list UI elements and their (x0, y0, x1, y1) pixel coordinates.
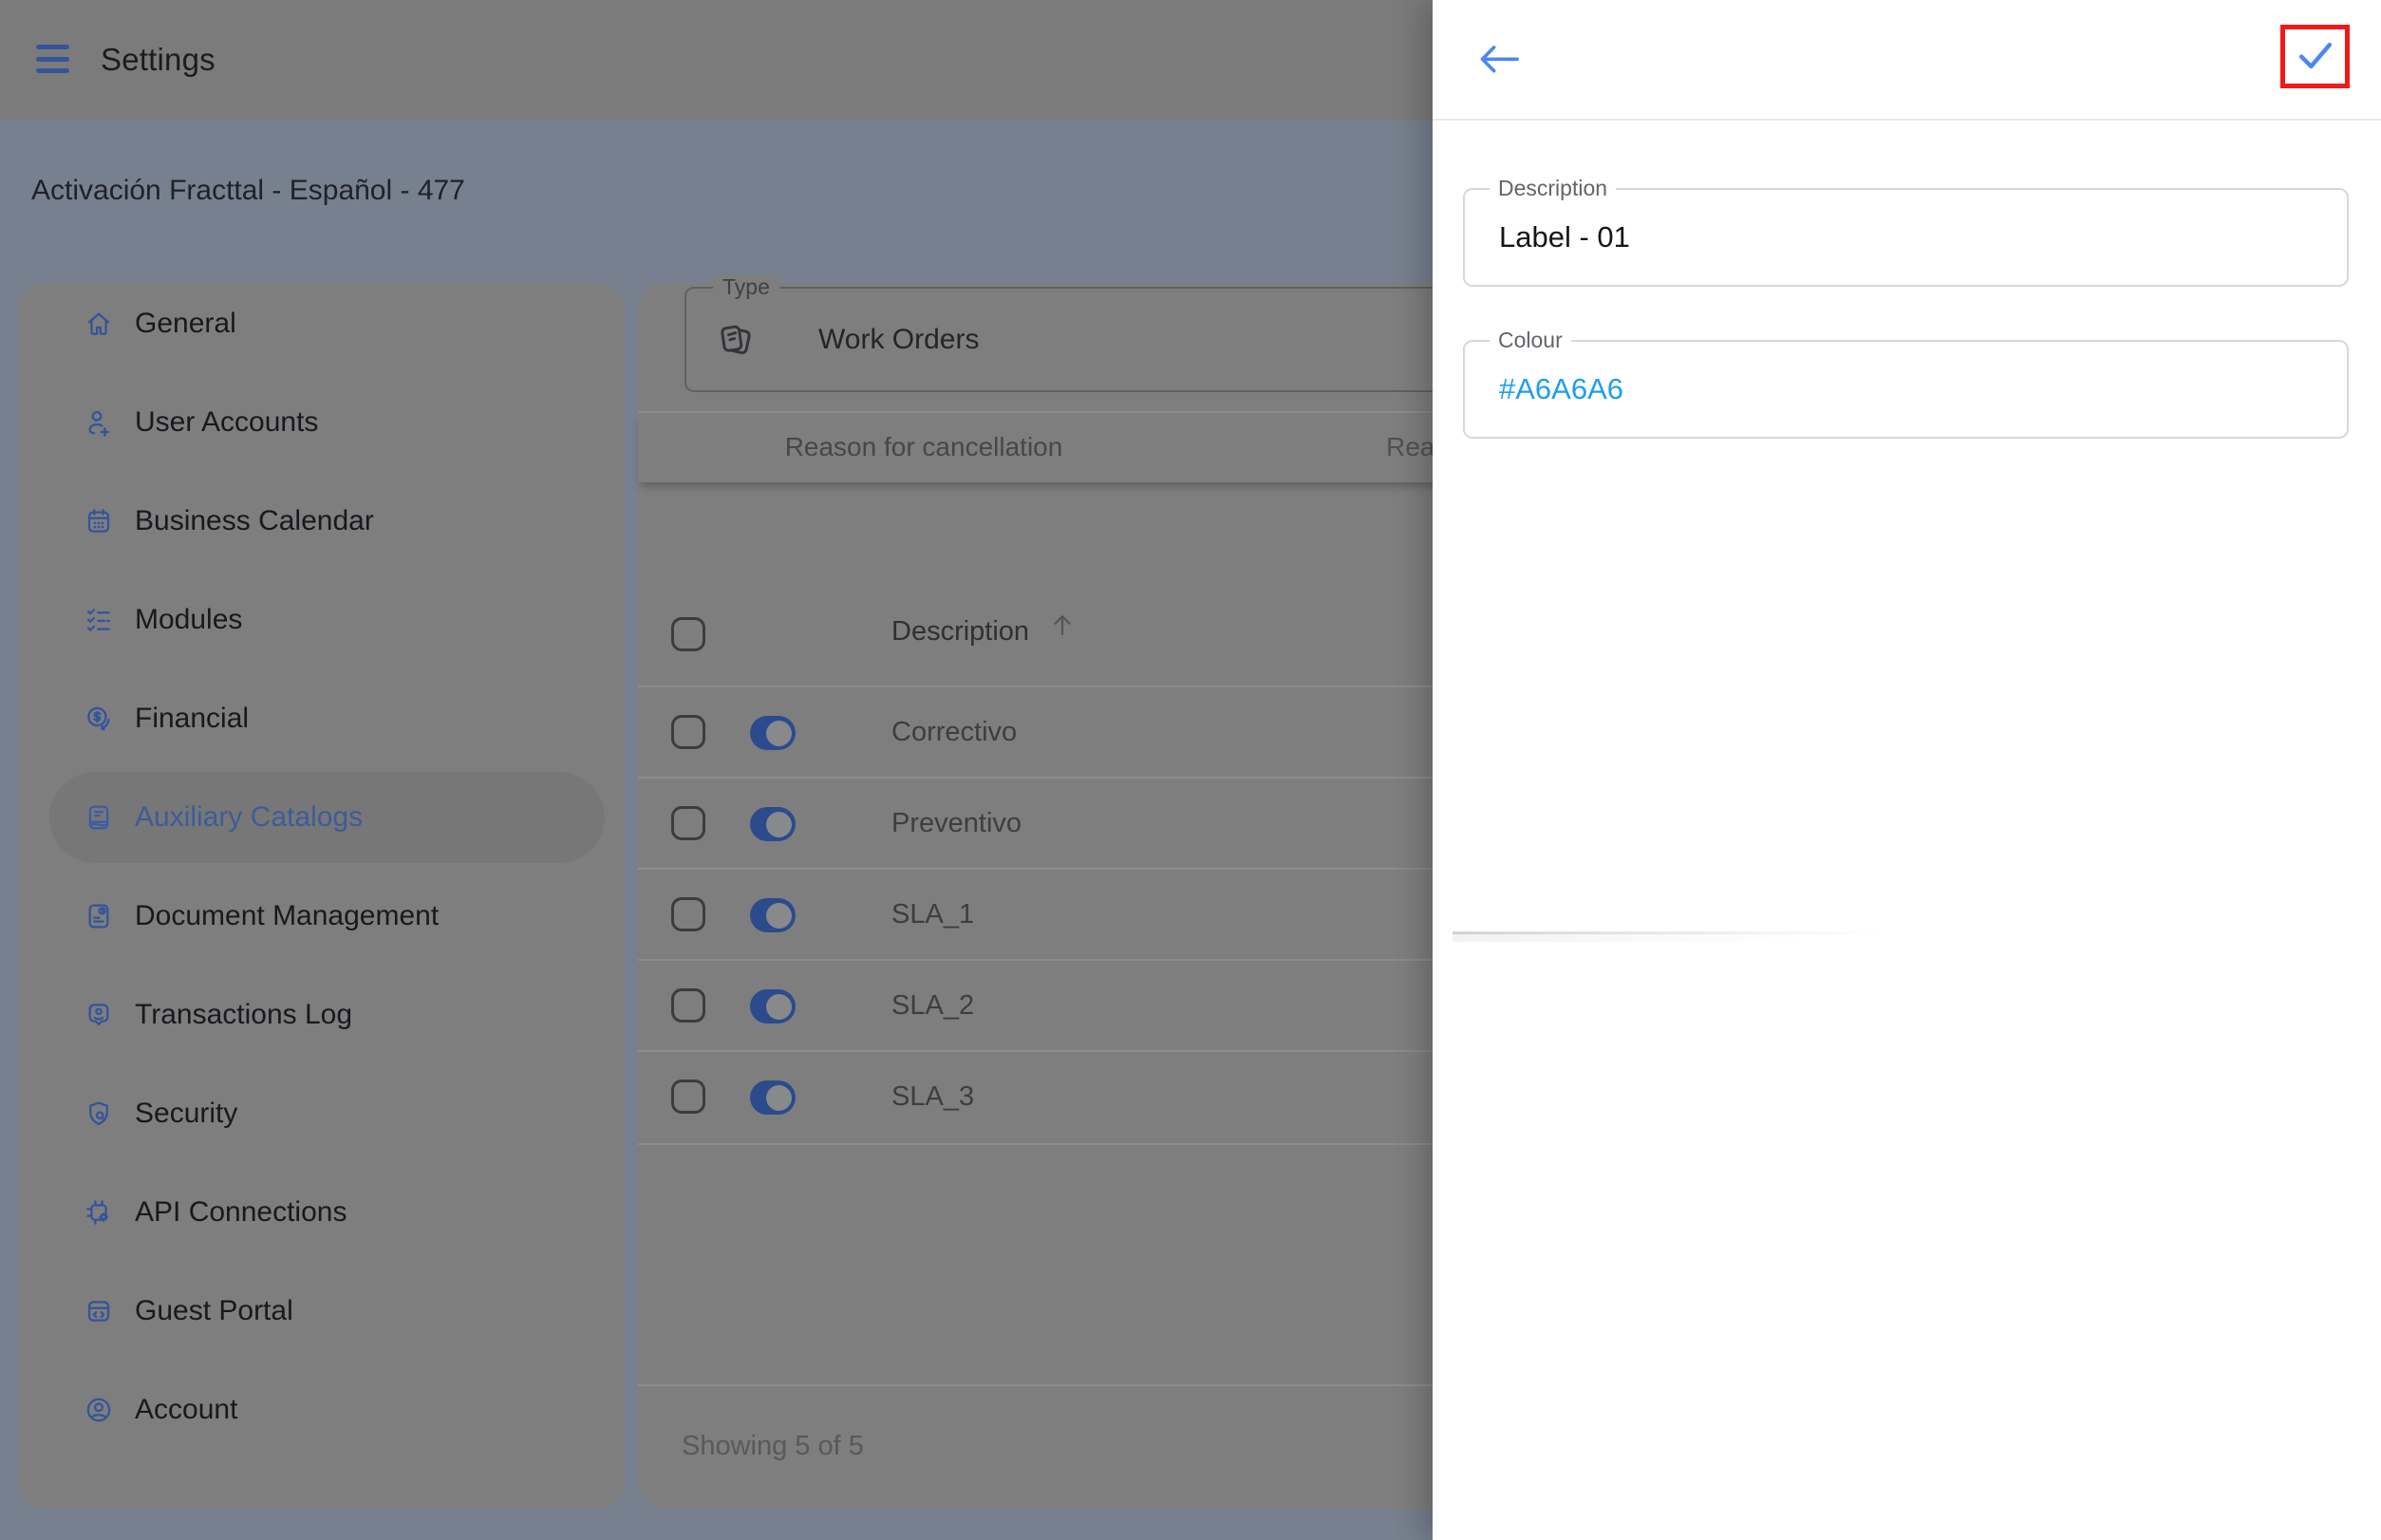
sidebar-item-modules[interactable]: Modules (18, 578, 625, 662)
action-highlight-box (2280, 25, 2350, 88)
top-app-bar: Settings (0, 0, 1433, 121)
save-check-button[interactable] (2294, 36, 2336, 76)
label-detail-panel: Description Label - 01 Colour #A6A6A6 (1433, 0, 2381, 1540)
catalog-book-icon (84, 802, 114, 833)
row-checkbox[interactable] (671, 806, 705, 840)
table-row-sla-1: SLA_1 (638, 868, 1454, 961)
tab-reason-for-cancellation[interactable]: Reason for cancellation (758, 413, 1090, 480)
type-select[interactable]: Type Work Orders (684, 287, 1463, 392)
back-arrow-icon[interactable] (1479, 45, 1519, 75)
sort-asc-icon[interactable] (1048, 610, 1077, 639)
sidebar-item-account[interactable]: Account (18, 1368, 625, 1452)
settings-sidebar: General User Accounts Business Calendar … (18, 282, 625, 1510)
checklist-icon (84, 605, 114, 635)
row-checkbox[interactable] (671, 1080, 705, 1114)
row-enabled-toggle[interactable] (750, 898, 796, 932)
colour-field-value: #A6A6A6 (1499, 342, 1623, 437)
sidebar-item-guest-portal[interactable]: Guest Portal (18, 1269, 625, 1353)
row-enabled-toggle[interactable] (750, 807, 796, 841)
sidebar-item-financial[interactable]: Financial (18, 677, 625, 761)
user-plus-icon (84, 407, 114, 438)
row-checkbox[interactable] (671, 897, 705, 931)
row-enabled-toggle[interactable] (750, 989, 796, 1024)
page-title: Settings (101, 42, 216, 78)
row-enabled-toggle[interactable] (750, 1080, 796, 1115)
context-title: Activación Fracttal - Español - 477 (31, 175, 465, 207)
select-all-checkbox[interactable] (671, 617, 705, 651)
screen: Settings Activación Fracttal - Español -… (0, 0, 2381, 1540)
type-select-label: Type (713, 274, 779, 300)
row-enabled-toggle[interactable] (750, 716, 796, 750)
sidebar-item-business-calendar[interactable]: Business Calendar (18, 479, 625, 563)
row-checkbox[interactable] (671, 715, 705, 749)
tab-bar: Reason for cancellation Reas (638, 411, 1454, 482)
security-shield-icon (84, 1099, 114, 1129)
description-field-value: Label - 01 (1499, 190, 1630, 285)
column-header-description: Description (891, 616, 1029, 648)
sidebar-item-transactions-log[interactable]: Transactions Log (18, 973, 625, 1057)
pagination-status: Showing 5 of 5 (682, 1431, 864, 1462)
section-divider-shadow (1453, 933, 1851, 942)
financial-coin-icon (84, 704, 114, 734)
api-chip-icon (84, 1197, 114, 1228)
sidebar-item-user-accounts[interactable]: User Accounts (18, 381, 625, 464)
table-row-sla-3: SLA_3 (638, 1050, 1454, 1145)
transactions-log-icon (84, 1000, 114, 1030)
auxiliary-catalogs-card: Type Work Orders Reason for cancellation… (638, 282, 1454, 1510)
sidebar-item-security[interactable]: Security (18, 1072, 625, 1155)
table-row-preventivo: Preventivo (638, 777, 1454, 870)
tags-icon (715, 319, 757, 361)
calendar-icon (84, 506, 114, 536)
sidebar-item-api-connections[interactable]: API Connections (18, 1171, 625, 1254)
row-checkbox[interactable] (671, 988, 705, 1023)
home-icon (84, 309, 114, 339)
colour-field[interactable]: Colour #A6A6A6 (1463, 340, 2349, 439)
table-row-correctivo: Correctivo (638, 685, 1454, 779)
account-icon (84, 1395, 114, 1425)
sidebar-item-general[interactable]: General (18, 282, 625, 366)
sidebar-item-document-management[interactable]: Document Management (18, 874, 625, 958)
footer-divider (638, 1384, 1454, 1386)
table-row-sla-2: SLA_2 (638, 959, 1454, 1052)
description-field[interactable]: Description Label - 01 (1463, 188, 2349, 287)
sidebar-item-auxiliary-catalogs[interactable]: Auxiliary Catalogs (18, 776, 625, 859)
detail-panel-header (1433, 0, 2381, 121)
type-select-value: Work Orders (818, 289, 979, 390)
guest-portal-icon (84, 1296, 114, 1326)
hamburger-menu-icon[interactable] (36, 45, 69, 76)
document-clock-icon (84, 901, 114, 931)
